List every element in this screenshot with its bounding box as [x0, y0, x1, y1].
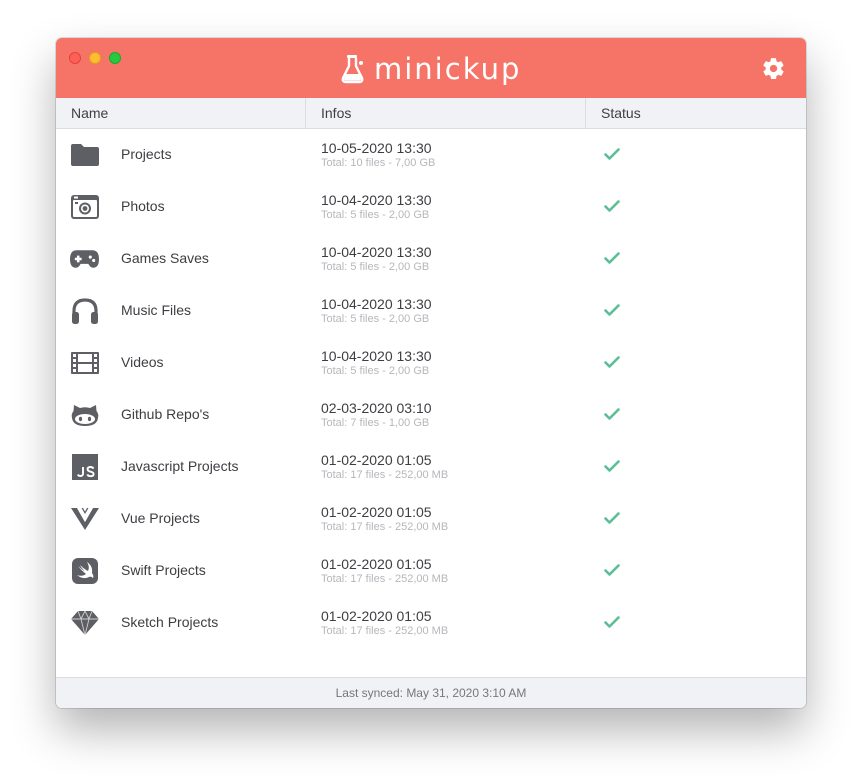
row-name: Projects — [121, 146, 172, 162]
check-icon — [604, 304, 620, 316]
row-date: 01-02-2020 01:05 — [321, 608, 432, 624]
column-header-name[interactable]: Name — [56, 98, 306, 128]
row-date: 01-02-2020 01:05 — [321, 556, 432, 572]
check-icon — [604, 356, 620, 368]
flask-icon — [341, 55, 364, 84]
table-row[interactable]: Javascript Projects 01-02-2020 01:05 Tot… — [56, 441, 806, 493]
row-name: Games Saves — [121, 250, 209, 266]
row-info: 10-04-2020 13:30 Total: 5 files - 2,00 G… — [321, 192, 432, 222]
row-total: Total: 17 files - 252,00 MB — [321, 521, 449, 533]
table-row[interactable]: Games Saves 10-04-2020 13:30 Total: 5 fi… — [56, 233, 806, 285]
minimize-window-button[interactable] — [89, 52, 101, 64]
column-header-infos[interactable]: Infos — [306, 98, 586, 128]
row-info: 01-02-2020 01:05 Total: 17 files - 252,0… — [321, 556, 448, 586]
table-header: Name Infos Status — [56, 98, 806, 129]
row-info: 01-02-2020 01:05 Total: 17 files - 252,0… — [321, 608, 448, 638]
row-name: Vue Projects — [121, 510, 200, 526]
table-row[interactable]: Videos 10-04-2020 13:30 Total: 5 files -… — [56, 337, 806, 389]
vue-icon — [70, 504, 99, 533]
row-info: 02-03-2020 03:10 Total: 7 files - 1,00 G… — [321, 400, 432, 430]
status-bar: Last synced: May 31, 2020 3:10 AM — [56, 677, 806, 708]
table-row[interactable]: Photos 10-04-2020 13:30 Total: 5 files -… — [56, 181, 806, 233]
title-bar[interactable]: minickup — [56, 38, 806, 98]
row-name: Github Repo's — [121, 406, 210, 422]
row-total: Total: 5 files - 2,00 GB — [321, 261, 430, 273]
sketch-icon — [70, 608, 99, 637]
check-icon — [604, 148, 620, 160]
table-row[interactable]: Sketch Projects 01-02-2020 01:05 Total: … — [56, 597, 806, 649]
film-icon — [70, 348, 99, 377]
table-row[interactable]: Music Files 10-04-2020 13:30 Total: 5 fi… — [56, 285, 806, 337]
check-icon — [604, 200, 620, 212]
row-info: 01-02-2020 01:05 Total: 17 files - 252,0… — [321, 452, 448, 482]
row-info: 10-04-2020 13:30 Total: 5 files - 2,00 G… — [321, 348, 432, 378]
row-total: Total: 17 files - 252,00 MB — [321, 573, 449, 585]
row-info: 10-05-2020 13:30 Total: 10 files - 7,00 … — [321, 140, 435, 170]
headphones-icon — [70, 296, 99, 325]
row-name: Music Files — [121, 302, 192, 318]
app-brand: minickup — [341, 52, 521, 86]
row-name: Javascript Projects — [121, 458, 239, 474]
camera-icon — [70, 192, 99, 221]
column-header-status[interactable]: Status — [586, 98, 806, 128]
row-name: Swift Projects — [121, 562, 206, 578]
github-icon — [70, 400, 99, 429]
row-info: 10-04-2020 13:30 Total: 5 files - 2,00 G… — [321, 244, 432, 274]
check-icon — [604, 616, 620, 628]
folder-icon — [70, 140, 99, 169]
row-total: Total: 10 files - 7,00 GB — [321, 157, 436, 169]
last-synced-text: Last synced: May 31, 2020 3:10 AM — [335, 686, 527, 700]
gamepad-icon — [70, 244, 99, 273]
check-icon — [604, 408, 620, 420]
row-info: 01-02-2020 01:05 Total: 17 files - 252,0… — [321, 504, 448, 534]
table-row[interactable]: Swift Projects 01-02-2020 01:05 Total: 1… — [56, 545, 806, 597]
row-date: 01-02-2020 01:05 — [321, 452, 432, 468]
gear-icon[interactable] — [761, 56, 786, 81]
row-date: 10-04-2020 13:30 — [321, 244, 432, 260]
row-total: Total: 7 files - 1,00 GB — [321, 417, 430, 429]
check-icon — [604, 460, 620, 472]
table-row[interactable]: Projects 10-05-2020 13:30 Total: 10 file… — [56, 129, 806, 181]
row-date: 10-05-2020 13:30 — [321, 140, 432, 156]
row-name: Sketch Projects — [121, 614, 219, 630]
app-window: minickup Name Infos Status Projects 10-0… — [56, 38, 806, 708]
row-date: 10-04-2020 13:30 — [321, 296, 432, 312]
row-total: Total: 17 files - 252,00 MB — [321, 469, 449, 481]
table-row[interactable]: Vue Projects 01-02-2020 01:05 Total: 17 … — [56, 493, 806, 545]
javascript-icon — [70, 452, 99, 481]
backup-list: Projects 10-05-2020 13:30 Total: 10 file… — [56, 129, 806, 649]
row-date: 01-02-2020 01:05 — [321, 504, 432, 520]
row-total: Total: 5 files - 2,00 GB — [321, 365, 430, 377]
row-date: 10-04-2020 13:30 — [321, 348, 432, 364]
row-date: 02-03-2020 03:10 — [321, 400, 432, 416]
row-info: 10-04-2020 13:30 Total: 5 files - 2,00 G… — [321, 296, 432, 326]
check-icon — [604, 512, 620, 524]
row-total: Total: 17 files - 252,00 MB — [321, 625, 449, 637]
app-title: minickup — [374, 52, 522, 86]
row-total: Total: 5 files - 2,00 GB — [321, 313, 430, 325]
row-name: Videos — [121, 354, 164, 370]
row-date: 10-04-2020 13:30 — [321, 192, 432, 208]
check-icon — [604, 252, 620, 264]
close-window-button[interactable] — [69, 52, 81, 64]
row-name: Photos — [121, 198, 165, 214]
row-total: Total: 5 files - 2,00 GB — [321, 209, 430, 221]
zoom-window-button[interactable] — [109, 52, 121, 64]
table-row[interactable]: Github Repo's 02-03-2020 03:10 Total: 7 … — [56, 389, 806, 441]
check-icon — [604, 564, 620, 576]
swift-icon — [70, 556, 99, 585]
